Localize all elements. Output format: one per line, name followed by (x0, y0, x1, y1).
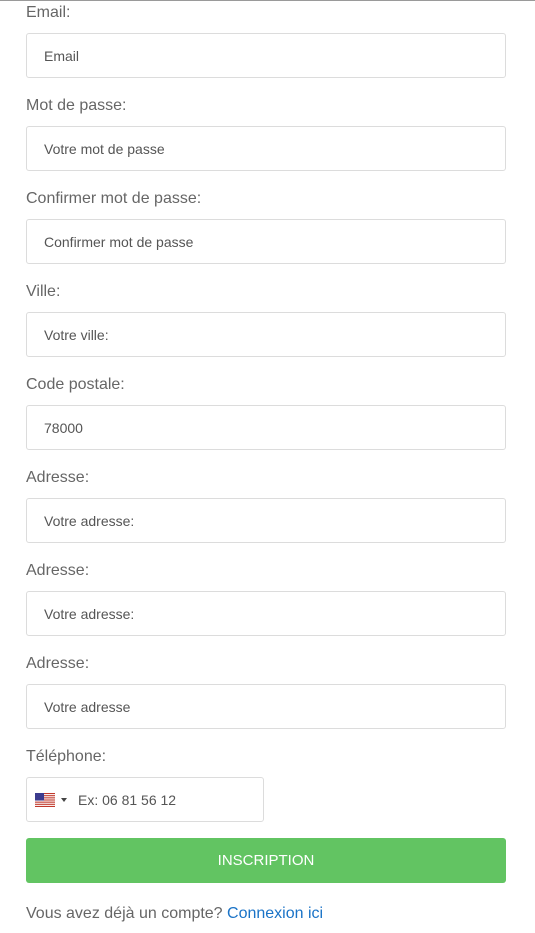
postal-code-field[interactable] (26, 405, 506, 450)
confirm-password-label: Confirmer mot de passe: (26, 190, 202, 207)
password-field[interactable] (26, 126, 506, 171)
phone-input[interactable] (72, 778, 257, 821)
login-prompt: Vous avez déjà un compte? Connexion ici (26, 905, 323, 923)
address-field-1[interactable] (26, 498, 506, 543)
phone-field-group (26, 777, 264, 822)
address-field-3[interactable] (26, 684, 506, 729)
address-label-3: Adresse: (26, 655, 90, 672)
login-link[interactable]: Connexion ici (227, 905, 323, 922)
address-label-2: Adresse: (26, 562, 90, 579)
confirm-password-field[interactable] (26, 219, 506, 264)
country-code-dropdown[interactable] (35, 778, 71, 821)
phone-label: Téléphone: (26, 748, 107, 765)
password-label: Mot de passe: (26, 97, 127, 114)
login-prompt-text: Vous avez déjà un compte? (26, 905, 223, 922)
email-field[interactable] (26, 33, 506, 78)
city-field[interactable] (26, 312, 506, 357)
us-flag-icon (35, 792, 55, 807)
postal-code-label: Code postale: (26, 376, 125, 393)
address-label-1: Adresse: (26, 469, 90, 486)
top-divider (0, 0, 535, 1)
address-field-2[interactable] (26, 591, 506, 636)
inscription-button[interactable]: INSCRIPTION (26, 838, 506, 883)
chevron-down-icon (61, 797, 67, 802)
city-label: Ville: (26, 283, 61, 300)
email-label: Email: (26, 4, 71, 21)
